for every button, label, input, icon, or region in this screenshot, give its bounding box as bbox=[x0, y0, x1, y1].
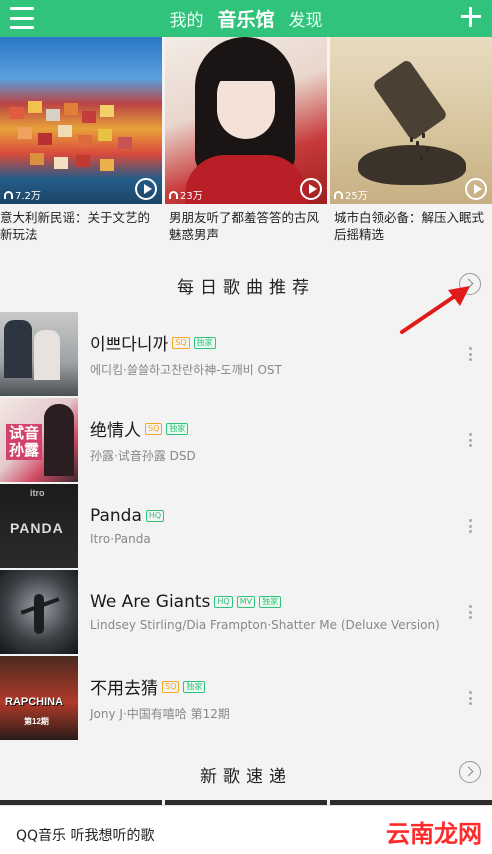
play-icon[interactable] bbox=[465, 178, 487, 200]
cover-label-top: itro bbox=[30, 488, 45, 498]
song-title: 绝情人 bbox=[90, 421, 141, 441]
play-count: 7.2万 bbox=[4, 187, 41, 202]
list-item[interactable]: RAPCHINA 第12期 不用去猜 SQ 独家 Jony J·中国有嘻哈 第1… bbox=[0, 655, 492, 741]
banner-image-portrait bbox=[165, 37, 327, 204]
song-meta: Itro·Panda bbox=[90, 532, 151, 546]
watermark-logo: 云南龙网 bbox=[386, 814, 482, 849]
hq-badge: HQ bbox=[145, 510, 165, 522]
play-icon[interactable] bbox=[135, 178, 157, 200]
song-meta: Jony J·中国有嘻哈 第12期 bbox=[90, 707, 230, 721]
top-tabs: 我的 音乐馆 发现 bbox=[0, 0, 492, 37]
play-count: 25万 bbox=[334, 187, 368, 202]
album-cover: RAPCHINA 第12期 bbox=[0, 656, 78, 740]
headphone-icon bbox=[334, 190, 343, 199]
chevron-right-icon[interactable] bbox=[459, 761, 481, 783]
banner-caption: 城市白领必备：解压入眠式后摇精选 bbox=[334, 210, 485, 242]
album-cover: 试音 孙露 bbox=[0, 398, 78, 482]
exclusive-badge: 独家 bbox=[259, 596, 282, 608]
song-info: 绝情人 SQ 独家 孙露·试音孙露 DSD bbox=[90, 416, 492, 464]
more-options-icon[interactable] bbox=[469, 433, 473, 447]
list-item[interactable]: 试音 孙露 绝情人 SQ 独家 孙露·试音孙露 DSD bbox=[0, 397, 492, 483]
banner-caption: 意大利新民谣：关于文艺的新玩法 bbox=[0, 210, 151, 242]
song-list: 이쁘다니까 SQ 独家 에디킴·쓸쓸하고찬란하神-도깨비 OST 试音 孙露 绝… bbox=[0, 311, 492, 741]
banner-card[interactable]: 23万 男朋友听了都羞答答的古风魅惑男声 bbox=[165, 37, 327, 247]
song-meta: 에디킴·쓸쓸하고찬란하神-도깨비 OST bbox=[90, 363, 282, 377]
list-item[interactable]: We Are Giants HQ MV 独家 Lindsey Stirling/… bbox=[0, 569, 492, 655]
mv-badge: MV bbox=[236, 596, 256, 608]
album-cover: itro PANDA bbox=[0, 484, 78, 568]
headphone-icon bbox=[4, 190, 13, 199]
new-songs-title: 新歌速递 bbox=[200, 767, 292, 787]
album-cover bbox=[0, 312, 78, 396]
sq-badge: SQ bbox=[145, 422, 163, 435]
cover-text: 试音 孙露 bbox=[6, 424, 43, 460]
sq-badge: SQ bbox=[162, 680, 180, 693]
album-cover bbox=[0, 570, 78, 654]
mini-player-text: QQ音乐 听我想听的歌 bbox=[16, 828, 155, 844]
mini-player-bar[interactable]: QQ音乐 听我想听的歌 云南龙网 bbox=[0, 805, 492, 854]
banner-card[interactable]: 25万 城市白领必备：解压入眠式后摇精选 bbox=[330, 37, 492, 247]
cover-title: RAPCHINA bbox=[5, 696, 64, 708]
song-meta: Lindsey Stirling/Dia Frampton·Shatter Me… bbox=[90, 618, 440, 632]
more-options-icon[interactable] bbox=[469, 605, 473, 619]
banner-caption: 男朋友听了都羞答答的古风魅惑男声 bbox=[169, 210, 320, 242]
song-info: Panda HQ Itro·Panda bbox=[90, 506, 492, 546]
song-title: 이쁘다니까 bbox=[90, 335, 169, 355]
top-bar: 我的 音乐馆 发现 bbox=[0, 0, 492, 37]
play-icon[interactable] bbox=[300, 178, 322, 200]
more-options-icon[interactable] bbox=[469, 347, 473, 361]
exclusive-badge: 独家 bbox=[183, 680, 206, 693]
song-title: 不用去猜 bbox=[90, 679, 158, 699]
tab-music-hall[interactable]: 音乐馆 bbox=[217, 5, 274, 32]
cover-title: PANDA bbox=[10, 520, 64, 536]
song-title: We Are Giants bbox=[90, 592, 211, 612]
watermark-text: 云南龙网 bbox=[386, 820, 482, 848]
play-count: 23万 bbox=[169, 187, 203, 202]
song-meta: 孙露·试音孙露 DSD bbox=[90, 449, 196, 463]
song-info: We Are Giants HQ MV 独家 Lindsey Stirling/… bbox=[90, 592, 492, 632]
cover-subtitle: 第12期 bbox=[24, 717, 49, 726]
song-info: 이쁘다니까 SQ 独家 에디킴·쓸쓸하고찬란하神-도깨비 OST bbox=[90, 330, 492, 378]
plus-icon[interactable] bbox=[458, 4, 484, 30]
playlist-banners: 7.2万 意大利新民谣：关于文艺的新玩法 23万 男朋友听了都羞答答的古风魅惑男… bbox=[0, 37, 492, 247]
exclusive-badge: 独家 bbox=[166, 422, 189, 435]
banner-card[interactable]: 7.2万 意大利新民谣：关于文艺的新玩法 bbox=[0, 37, 162, 247]
exclusive-badge: 独家 bbox=[193, 336, 216, 349]
banner-image-hand bbox=[330, 37, 492, 204]
more-options-icon[interactable] bbox=[469, 519, 473, 533]
banner-image-coast bbox=[0, 37, 162, 204]
list-item[interactable]: itro PANDA Panda HQ Itro·Panda bbox=[0, 483, 492, 569]
sq-badge: SQ bbox=[172, 336, 190, 349]
list-item[interactable]: 이쁘다니까 SQ 独家 에디킴·쓸쓸하고찬란하神-도깨비 OST bbox=[0, 311, 492, 397]
headphone-icon bbox=[169, 190, 178, 199]
hq-badge: HQ bbox=[214, 596, 233, 608]
song-info: 不用去猜 SQ 独家 Jony J·中国有嘻哈 第12期 bbox=[90, 674, 492, 722]
song-title: Panda bbox=[90, 506, 142, 526]
tab-discover[interactable]: 发现 bbox=[289, 6, 323, 31]
tab-mine[interactable]: 我的 bbox=[169, 6, 203, 31]
more-options-icon[interactable] bbox=[469, 691, 473, 705]
